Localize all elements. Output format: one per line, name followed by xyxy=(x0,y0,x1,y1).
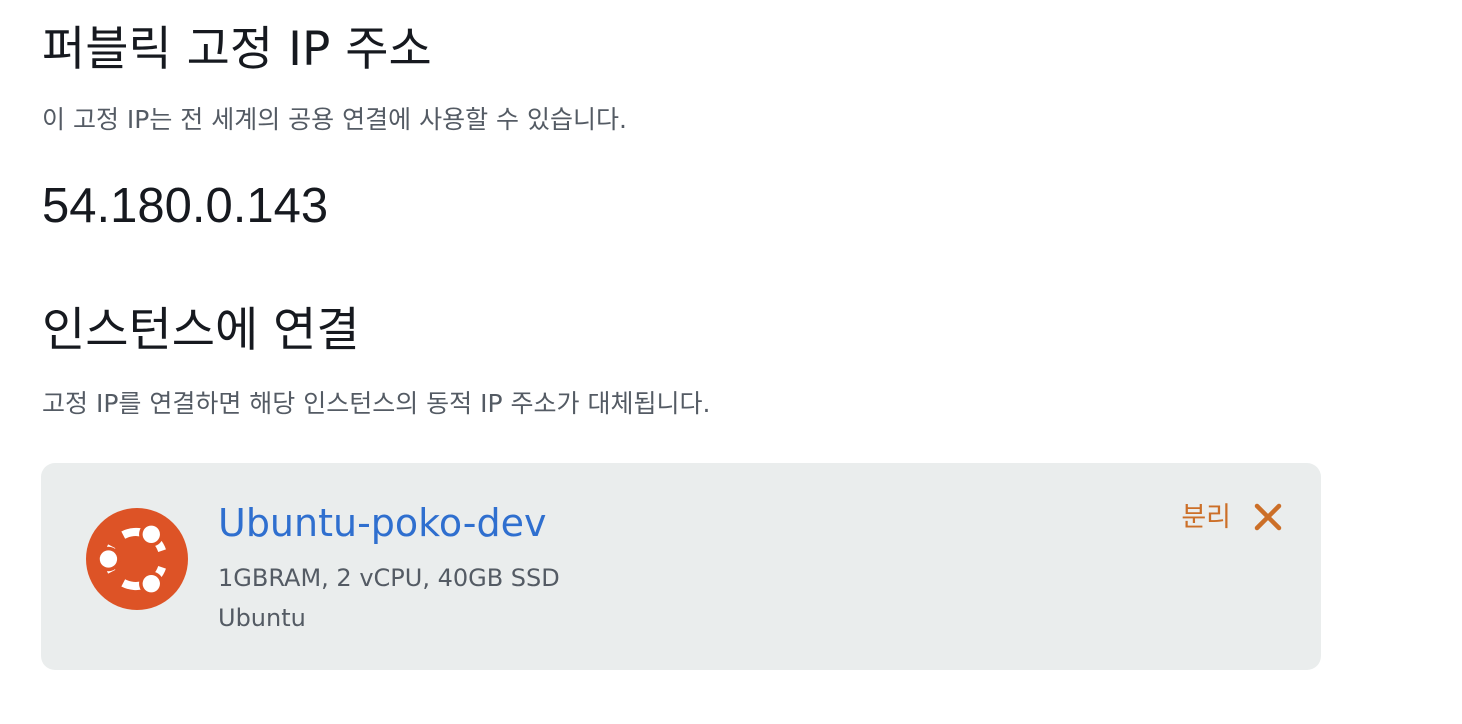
attach-instance-description: 고정 IP를 연결하면 해당 인스턴스의 동적 IP 주소가 대체됩니다. xyxy=(42,389,711,418)
ubuntu-logo-icon xyxy=(86,508,188,610)
detach-button[interactable]: 분리 xyxy=(1181,501,1283,533)
instance-specs: 1GBRAM, 2 vCPU, 40GB SSD xyxy=(218,564,560,592)
instance-os: Ubuntu xyxy=(218,604,306,632)
attached-instance-card: Ubuntu-poko-dev 1GBRAM, 2 vCPU, 40GB SSD… xyxy=(41,463,1321,670)
static-ip-address: 54.180.0.143 xyxy=(42,179,329,233)
static-ip-description: 이 고정 IP는 전 세계의 공용 연결에 사용할 수 있습니다. xyxy=(42,105,627,134)
detach-label: 분리 xyxy=(1181,502,1231,532)
section-title-attach-instance: 인스턴스에 연결 xyxy=(42,303,360,358)
page-title-static-ip: 퍼블릭 고정 IP 주소 xyxy=(42,22,432,77)
instance-name-link[interactable]: Ubuntu-poko-dev xyxy=(218,501,546,547)
close-icon xyxy=(1254,503,1282,531)
